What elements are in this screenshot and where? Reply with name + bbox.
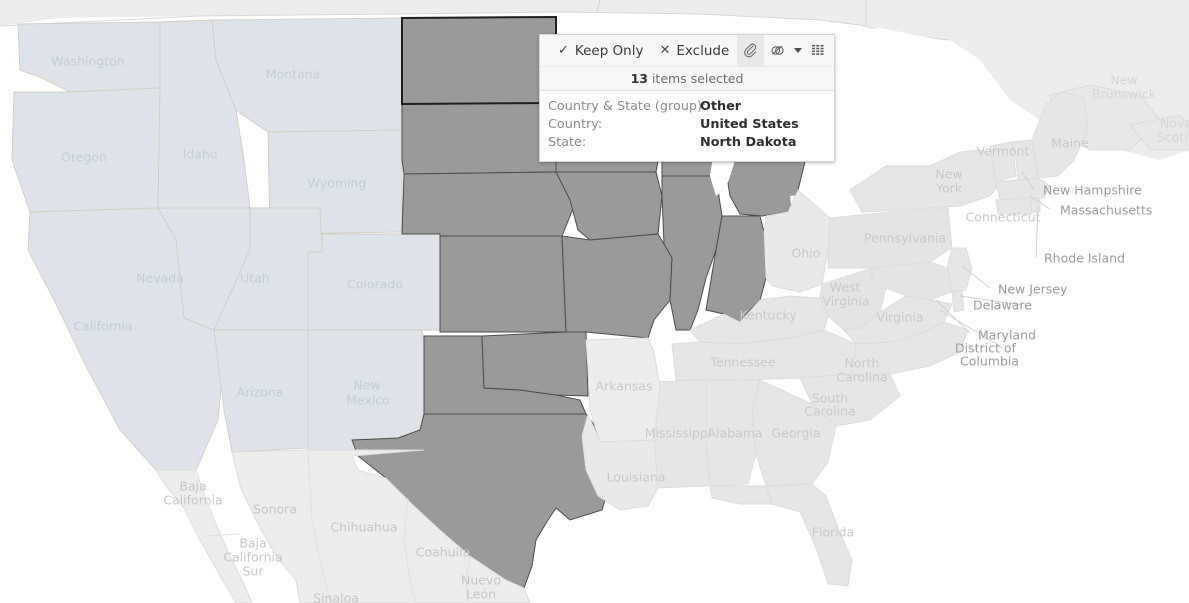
selection-count-suffix: items selected [647, 71, 744, 86]
tooltip-row-key: State: [548, 135, 587, 150]
view-data-button[interactable] [805, 35, 832, 67]
state-colorado[interactable] [307, 233, 441, 331]
tooltip-row-key: Country & State (group): [548, 99, 707, 114]
tooltip-detail-rows: Country & State (group): Other Country: Uni… [540, 91, 834, 161]
selection-tooltip[interactable]: ✓ Keep Only ✕ Exclude 13 items selected … [539, 34, 835, 162]
state-massachusetts[interactable] [995, 177, 1051, 201]
state-oklahoma-body-selected[interactable] [481, 331, 589, 397]
state-arizona[interactable] [213, 329, 309, 453]
tooltip-toolbar[interactable]: ✓ Keep Only ✕ Exclude [540, 34, 834, 67]
tooltip-row-key: Country: [548, 117, 603, 132]
view-data-grid-icon [811, 44, 824, 55]
state-new-mexico[interactable] [307, 329, 425, 451]
tooltip-row-value: Other [700, 99, 742, 114]
state-south-dakota-selected[interactable] [401, 102, 557, 175]
state-nebraska-selected[interactable] [401, 171, 579, 237]
map-viewport[interactable]: Washington Oregon Idaho Montana Wyoming Nevad… [0, 0, 1189, 603]
group-button[interactable] [764, 35, 791, 67]
keep-only-label: Keep Only [574, 42, 644, 59]
tooltip-row: Country: United States [548, 116, 834, 134]
selection-count-number: 13 [630, 71, 648, 86]
tooltip-row: State: North Dakota [548, 134, 834, 152]
group-circles-icon [771, 45, 785, 55]
exclude-label: Exclude [676, 42, 730, 59]
selection-count: 13 items selected [540, 67, 834, 91]
state-connecticut[interactable] [995, 197, 1033, 215]
paperclip-icon [744, 43, 757, 58]
state-pennsylvania[interactable] [827, 207, 953, 269]
state-rhode-island[interactable] [1029, 197, 1041, 213]
state-mississippi[interactable] [651, 379, 711, 489]
group-members-button[interactable] [737, 34, 765, 67]
state-arkansas[interactable] [585, 337, 661, 443]
tooltip-row: Country & State (group): Other [548, 98, 834, 116]
state-kansas-selected[interactable] [439, 235, 567, 333]
state-oregon[interactable] [11, 87, 161, 213]
x-icon: ✕ [659, 43, 671, 58]
tooltip-row-value: North Dakota [700, 135, 797, 150]
state-delaware[interactable] [951, 289, 965, 313]
state-alabama[interactable] [705, 379, 761, 487]
state-north-dakota-hovered[interactable] [401, 15, 557, 106]
exclude-button[interactable]: ✕ Exclude [651, 35, 737, 67]
group-dropdown-caret[interactable] [791, 35, 805, 67]
tooltip-row-value: United States [700, 117, 799, 132]
keep-only-button[interactable]: ✓ Keep Only [550, 35, 651, 67]
check-icon: ✓ [558, 43, 569, 58]
